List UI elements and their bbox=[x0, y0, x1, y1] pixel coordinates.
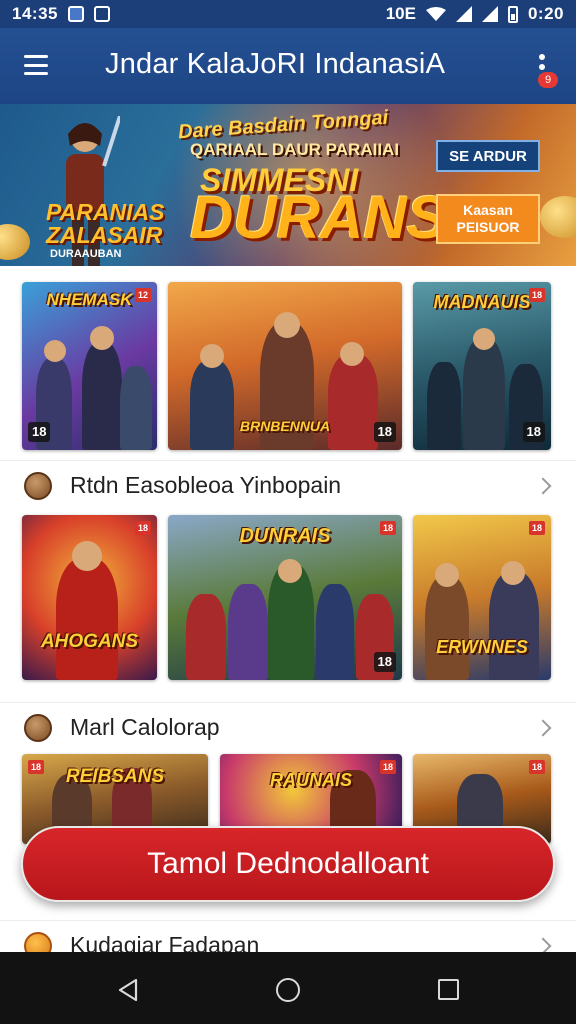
card-corner-badge: 18 bbox=[529, 288, 545, 302]
download-button[interactable]: Tamol Dednodalloant bbox=[21, 826, 555, 902]
character-figure bbox=[190, 360, 234, 450]
character-head bbox=[90, 326, 114, 350]
character-head bbox=[274, 312, 300, 338]
age-rating-tag: 18 bbox=[373, 652, 396, 672]
card-title: REIBSANS bbox=[65, 766, 165, 787]
character-head bbox=[473, 328, 495, 350]
game-card[interactable]: ERWNNES 18 bbox=[413, 515, 551, 680]
card-title: RAUNAIS bbox=[269, 770, 352, 790]
character-head bbox=[501, 561, 525, 585]
banner-title: DURANS bbox=[190, 184, 447, 251]
card-corner-badge: 18 bbox=[28, 760, 44, 774]
app-screen: 14:35 10E 0:20 Jndar KalaJoRI IndanasiA … bbox=[0, 0, 576, 1024]
section-title: Kudagiar Fadapan bbox=[70, 932, 260, 952]
section-header[interactable]: Rtdn Easobleoa Yinbopain bbox=[0, 460, 576, 510]
system-nav-bar bbox=[0, 952, 576, 1024]
promo-banner[interactable]: Dare Basdain Tonngai QARIAAL DAUR PARAII… bbox=[0, 104, 576, 266]
status-bar: 14:35 10E 0:20 bbox=[0, 0, 576, 28]
wifi-icon bbox=[425, 7, 446, 21]
signal-icon bbox=[455, 6, 472, 22]
chevron-right-icon[interactable] bbox=[534, 719, 552, 736]
section-title: Rtdn Easobleoa Yinbopain bbox=[70, 472, 342, 498]
section-header[interactable]: Kudagiar Fadapan bbox=[0, 920, 576, 952]
character-head bbox=[278, 559, 302, 583]
notification-badge: 9 bbox=[538, 72, 558, 88]
game-card[interactable]: MADNAUIS 18 18 bbox=[413, 282, 551, 450]
character-head bbox=[44, 340, 66, 362]
banner-logo-caption: DURAAUBAN bbox=[50, 248, 122, 260]
card-title: DUNRAIS bbox=[239, 525, 331, 547]
banner-secondary-line2: PEISUOR bbox=[456, 219, 520, 235]
back-icon[interactable] bbox=[117, 978, 139, 1002]
chevron-right-icon[interactable] bbox=[534, 477, 552, 494]
character-figure bbox=[316, 584, 354, 680]
card-corner-badge: 18 bbox=[529, 760, 545, 774]
character-head bbox=[340, 342, 364, 366]
recent-apps-icon[interactable] bbox=[438, 979, 459, 1000]
age-rating-tag: 18 bbox=[522, 422, 545, 442]
coin-decoration bbox=[540, 196, 576, 238]
card-title: ERWNNES bbox=[436, 637, 528, 657]
banner-subtitle: QARIAAL DAUR PARAIIAI bbox=[190, 140, 400, 159]
app-bar: Jndar KalaJoRI IndanasiA 9 bbox=[0, 28, 576, 104]
section-game-icon bbox=[24, 931, 52, 952]
character-figure bbox=[56, 558, 118, 680]
card-corner-badge: 12 bbox=[135, 288, 151, 302]
game-card[interactable]: AHOGANS 18 bbox=[22, 515, 157, 680]
age-rating-tag: 18 bbox=[28, 422, 51, 442]
character-head bbox=[435, 563, 459, 587]
card-corner-badge: 18 bbox=[380, 521, 396, 535]
character-figure bbox=[463, 338, 505, 450]
character-head bbox=[200, 344, 224, 368]
section-game-icon bbox=[24, 713, 52, 742]
camera-icon bbox=[93, 6, 110, 22]
card-corner-badge: 18 bbox=[135, 521, 151, 535]
character-figure bbox=[120, 366, 152, 450]
chevron-right-icon[interactable] bbox=[534, 937, 552, 952]
coin-decoration bbox=[0, 224, 30, 260]
card-title: AHOGANS bbox=[40, 631, 139, 652]
battery-icon bbox=[507, 5, 518, 23]
card-corner-badge: 18 bbox=[380, 760, 396, 774]
banner-secondary-line1: Kaasan bbox=[463, 202, 513, 219]
section-title: Marl Calolorap bbox=[70, 714, 220, 740]
signal-icon bbox=[481, 6, 498, 22]
banner-primary-button[interactable]: SE ARDUR bbox=[436, 140, 540, 172]
character-figure bbox=[186, 594, 226, 680]
banner-secondary-button[interactable]: Kaasan PEISUOR bbox=[436, 194, 540, 244]
section-header[interactable]: Marl Calolorap bbox=[0, 702, 576, 752]
status-time: 14:35 bbox=[12, 4, 58, 23]
menu-icon[interactable] bbox=[24, 55, 48, 75]
section-game-icon bbox=[24, 471, 52, 500]
character-figure bbox=[427, 362, 461, 450]
card-title: BRNBENNUA bbox=[239, 418, 331, 434]
character-figure bbox=[328, 354, 378, 450]
card-corner-badge: 18 bbox=[529, 521, 545, 535]
home-icon[interactable] bbox=[276, 978, 300, 1002]
character-head bbox=[72, 541, 102, 571]
status-clock: 0:20 bbox=[527, 4, 564, 23]
banner-logo-line2: ZALASAIR bbox=[46, 222, 163, 248]
status-text: 10E bbox=[385, 4, 416, 23]
character-figure bbox=[489, 572, 539, 680]
character-figure bbox=[82, 342, 122, 450]
game-card[interactable]: NHEMASK 12 18 bbox=[22, 282, 157, 450]
game-card[interactable]: DUNRAIS 18 18 bbox=[168, 515, 402, 680]
gallery-icon bbox=[67, 6, 84, 22]
game-card[interactable]: BRNBENNUA 18 bbox=[168, 282, 402, 450]
character-figure bbox=[425, 576, 469, 680]
age-rating-tag: 18 bbox=[373, 422, 396, 442]
app-title: Jndar KalaJoRI IndanasiA bbox=[105, 48, 446, 80]
character-figure bbox=[228, 584, 268, 680]
